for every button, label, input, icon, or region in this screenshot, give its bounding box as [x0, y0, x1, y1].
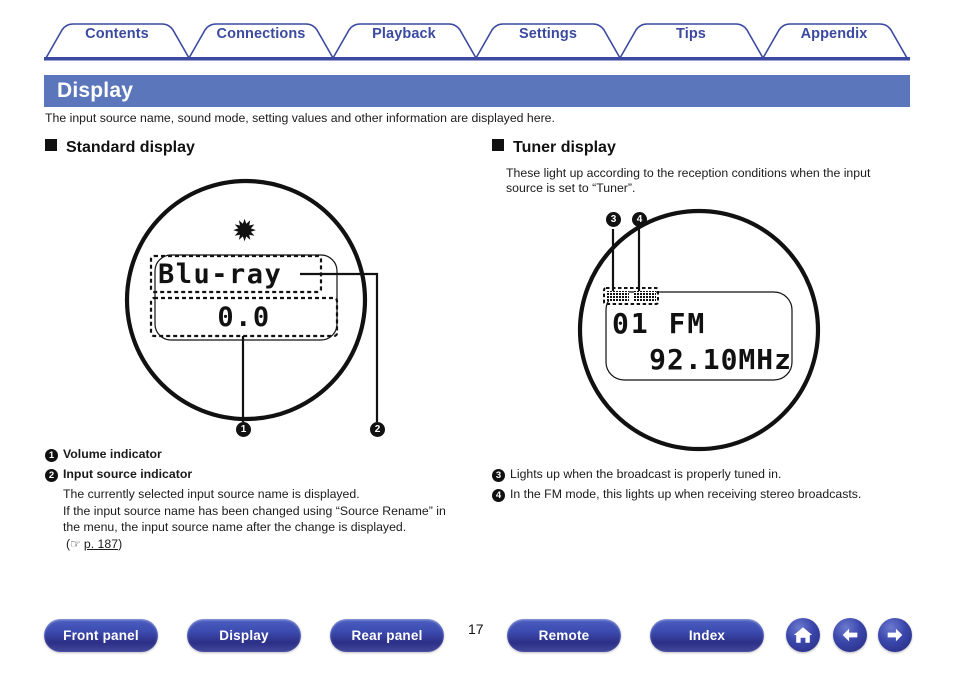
tab-settings[interactable]: Settings: [519, 26, 577, 42]
intro-paragraph: The input source name, sound mode, setti…: [45, 111, 555, 125]
home-icon[interactable]: [786, 618, 820, 652]
callout-2-body-line-1: The currently selected input source name…: [63, 487, 360, 501]
tuner-indicator-stereo: [634, 291, 656, 301]
footer-button-front-panel[interactable]: Front panel: [44, 619, 158, 652]
diagram-marker-3: 3: [606, 212, 621, 227]
tuner-description-line-2: source is set to “Tuner”.: [506, 181, 636, 195]
page-ref-close-paren: ): [118, 537, 123, 551]
standard-display-heading: Standard display: [45, 139, 195, 157]
diagram-marker-1: 1: [236, 422, 251, 437]
tuner-frequency-text: 92.10MHz: [649, 342, 792, 376]
callout-4-number: 4: [492, 489, 505, 502]
page-reference-link[interactable]: (☞ p. 187): [66, 536, 122, 553]
tuner-preset-band-row: 01 FM: [612, 306, 788, 340]
arrow-left-glyph: [842, 628, 858, 642]
arrow-right-icon[interactable]: [878, 618, 912, 652]
square-bullet-icon: [45, 139, 57, 151]
callout-2-body-line-3: the menu, the input source name after th…: [63, 520, 407, 534]
tuner-preset-band-text: 01 FM: [612, 306, 707, 340]
source-indicator-text: Blu-ray: [158, 258, 283, 290]
footer-button-rear-panel[interactable]: Rear panel: [330, 619, 444, 652]
tuner-description-line-1: These light up according to the receptio…: [506, 166, 871, 180]
square-bullet-icon-2: [492, 139, 504, 151]
footer-button-index[interactable]: Index: [650, 619, 764, 652]
tab-appendix[interactable]: Appendix: [801, 26, 868, 42]
top-tab-bar: Contents Connections Playback Settings T…: [0, 0, 954, 62]
callout-1-number: 1: [45, 449, 58, 462]
page-number: 17: [468, 621, 484, 637]
callout-2-title: 2 Input source indicator: [45, 466, 192, 482]
diagram-marker-4: 4: [632, 212, 647, 227]
volume-indicator-text: 0.0: [217, 301, 271, 333]
page-title: Display: [57, 79, 134, 102]
tab-connections[interactable]: Connections: [217, 26, 306, 42]
tuner-frequency-row: 92.10MHz: [612, 342, 792, 376]
footer-button-display[interactable]: Display: [187, 619, 301, 652]
arrow-right-glyph: [887, 628, 903, 642]
callout-2-number: 2: [45, 469, 58, 482]
section-banner: Display: [44, 75, 910, 107]
volume-text-row: 0.0: [158, 300, 330, 334]
pointing-hand-icon: ☞: [70, 537, 81, 551]
tuner-display-heading: Tuner display: [492, 139, 616, 157]
callout-3-number: 3: [492, 469, 505, 482]
sparkle-icon: ✹: [232, 214, 258, 249]
tab-contents[interactable]: Contents: [85, 26, 149, 42]
tab-playback[interactable]: Playback: [372, 26, 436, 42]
arrow-left-icon[interactable]: [833, 618, 867, 652]
source-text-row: Blu-ray: [158, 258, 318, 290]
tuner-indicator-tuned: [607, 291, 629, 301]
callout-3-item: 3 Lights up when the broadcast is properl…: [492, 466, 781, 482]
tab-tips[interactable]: Tips: [676, 26, 706, 42]
callout-4-item: 4 In the FM mode, this lights up when rec…: [492, 486, 861, 502]
footer-button-remote[interactable]: Remote: [507, 619, 621, 652]
callout-2-leader-line: [300, 272, 379, 422]
page-ref-number[interactable]: p. 187: [84, 537, 118, 551]
callout-1-title: 1 Volume indicator: [45, 446, 162, 462]
callout-2-body-line-2: If the input source name has been change…: [63, 504, 446, 518]
home-glyph: [793, 627, 813, 643]
diagram-marker-2: 2: [370, 422, 385, 437]
